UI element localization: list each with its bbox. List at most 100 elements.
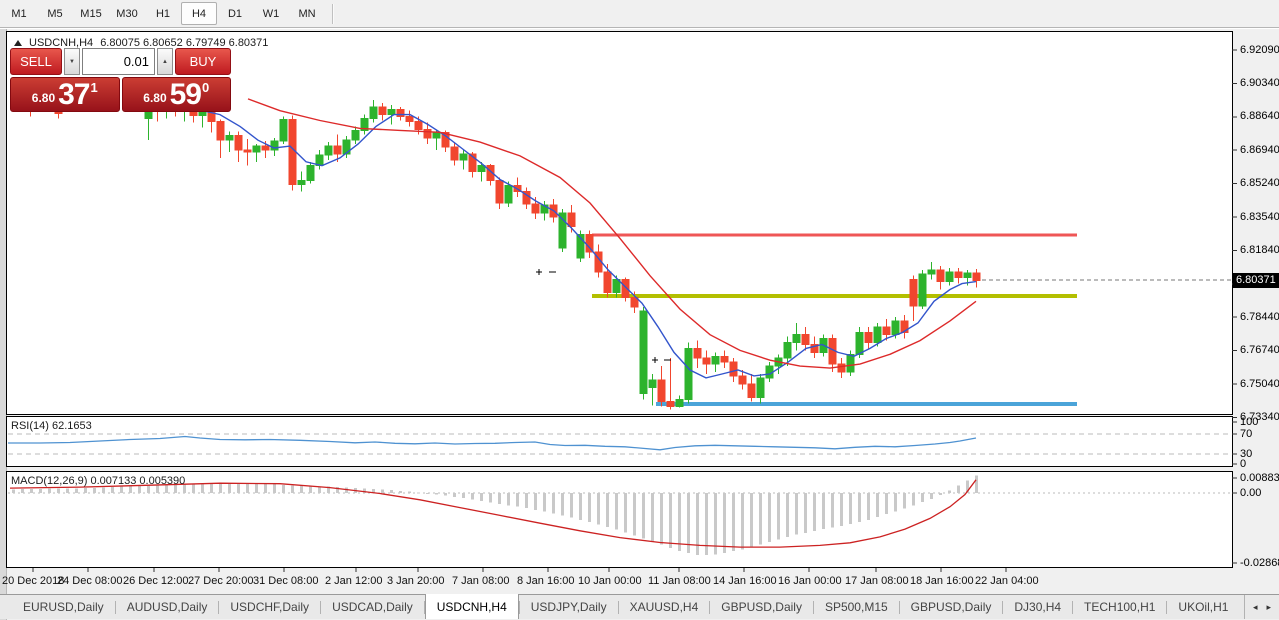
macd-histogram-bar bbox=[30, 489, 33, 493]
candle-body bbox=[928, 270, 935, 274]
sell-button[interactable]: SELL bbox=[10, 48, 62, 75]
candle-body bbox=[964, 273, 971, 278]
macd-histogram-bar bbox=[462, 493, 465, 498]
macd-histogram-bar bbox=[714, 493, 717, 554]
tab-scroll-left-icon[interactable]: ◂ bbox=[1250, 600, 1261, 615]
macd-histogram-bar bbox=[849, 493, 852, 524]
macd-histogram-bar bbox=[822, 493, 825, 529]
buy-button[interactable]: BUY bbox=[175, 48, 231, 75]
time-axis-label: 7 Jan 08:00 bbox=[452, 575, 510, 587]
rsi-pane bbox=[7, 417, 1233, 467]
candle-body bbox=[919, 274, 926, 306]
time-axis-label: 22 Jan 04:00 bbox=[975, 575, 1039, 587]
time-axis-label: 14 Jan 16:00 bbox=[713, 575, 777, 587]
candle-body bbox=[793, 335, 800, 343]
tab-usdjpy-daily[interactable]: USDJPY,Daily bbox=[520, 595, 618, 619]
candle-body bbox=[784, 343, 791, 359]
time-axis-label: 16 Jan 00:00 bbox=[778, 575, 842, 587]
timeframe-button-m1[interactable]: M1 bbox=[1, 2, 37, 25]
macd-histogram-bar bbox=[39, 489, 42, 493]
tab-xauusd-h4[interactable]: XAUUSD,H4 bbox=[619, 595, 710, 619]
macd-histogram-bar bbox=[723, 493, 726, 553]
tab-eurusd-daily[interactable]: EURUSD,Daily bbox=[12, 595, 115, 619]
macd-histogram-bar bbox=[84, 488, 87, 493]
timeframe-button-h1[interactable]: H1 bbox=[145, 2, 181, 25]
symbol-tab-bar: EURUSD,DailyAUDUSD,DailyUSDCHF,DailyUSDC… bbox=[0, 594, 1279, 619]
tab-gbpusd-daily[interactable]: GBPUSD,Daily bbox=[710, 595, 813, 619]
macd-histogram-bar bbox=[669, 493, 672, 548]
collapse-triangle-icon[interactable] bbox=[14, 40, 22, 46]
candle-body bbox=[217, 122, 224, 141]
buy-price-display[interactable]: 6.80 59 0 bbox=[122, 77, 232, 112]
macd-histogram-bar bbox=[741, 493, 744, 549]
macd-histogram-bar bbox=[903, 493, 906, 508]
candle-body bbox=[937, 270, 944, 282]
price-axis-label: 6.83540 bbox=[1240, 211, 1279, 223]
macd-histogram-bar bbox=[831, 493, 834, 527]
volume-input[interactable]: 0.01 bbox=[82, 48, 155, 75]
macd-histogram-bar bbox=[498, 493, 501, 504]
timeframe-button-m15[interactable]: M15 bbox=[73, 2, 109, 25]
candle-body bbox=[694, 348, 701, 358]
buy-price-big: 59 bbox=[170, 81, 201, 109]
macd-histogram-bar bbox=[399, 491, 402, 493]
macd-histogram-bar bbox=[201, 484, 204, 493]
timeframe-button-mn[interactable]: MN bbox=[289, 2, 325, 25]
indicator-axis-label: 0 bbox=[1240, 458, 1246, 470]
candle-body bbox=[280, 120, 287, 142]
macd-histogram-bar bbox=[867, 493, 870, 520]
tab-tech100-h1[interactable]: TECH100,H1 bbox=[1073, 595, 1166, 619]
candle-body bbox=[478, 166, 485, 172]
volume-increase-button[interactable]: ▲ bbox=[157, 48, 173, 75]
price-axis-label: 6.86940 bbox=[1240, 144, 1279, 156]
macd-histogram-bar bbox=[228, 483, 231, 493]
timeframe-button-m30[interactable]: M30 bbox=[109, 2, 145, 25]
macd-histogram-bar bbox=[507, 493, 510, 505]
macd-histogram-bar bbox=[957, 486, 960, 493]
candle-body bbox=[856, 333, 863, 355]
macd-histogram-bar bbox=[48, 489, 51, 493]
timeframe-toolbar: M1M5M15M30H1H4D1W1MN bbox=[0, 0, 1279, 28]
sell-price-display[interactable]: 6.80 37 1 bbox=[10, 77, 120, 112]
tab-scroll-right-icon[interactable]: ▸ bbox=[1263, 600, 1274, 615]
time-axis-label: 26 Dec 12:00 bbox=[123, 575, 188, 587]
candle-body bbox=[397, 110, 404, 117]
macd-histogram-bar bbox=[597, 493, 600, 525]
timeframe-button-m5[interactable]: M5 bbox=[37, 2, 73, 25]
candle-body bbox=[748, 384, 755, 398]
macd-histogram-bar bbox=[543, 493, 546, 512]
macd-histogram-bar bbox=[390, 490, 393, 493]
buy-price-small: 6.80 bbox=[143, 91, 166, 105]
tab-sp500-m15[interactable]: SP500,M15 bbox=[814, 595, 899, 619]
timeframe-button-w1[interactable]: W1 bbox=[253, 2, 289, 25]
timeframe-button-d1[interactable]: D1 bbox=[217, 2, 253, 25]
tab-gbpusd-daily[interactable]: GBPUSD,Daily bbox=[900, 595, 1003, 619]
buy-price-sup: 0 bbox=[202, 80, 209, 95]
tab-ukoil-h1[interactable]: UKOil,H1 bbox=[1167, 595, 1239, 619]
macd-histogram-bar bbox=[480, 493, 483, 501]
macd-histogram-bar bbox=[777, 493, 780, 540]
tab-dj30-h4[interactable]: DJ30,H4 bbox=[1003, 595, 1072, 619]
tab-audusd-daily[interactable]: AUDUSD,Daily bbox=[116, 595, 219, 619]
time-axis-label: 27 Dec 20:00 bbox=[188, 575, 253, 587]
candle-body bbox=[406, 117, 413, 122]
candle-body bbox=[325, 146, 332, 155]
macd-histogram-bar bbox=[309, 486, 312, 493]
tab-usdcnh-h4[interactable]: USDCNH,H4 bbox=[425, 594, 519, 619]
macd-histogram-bar bbox=[588, 493, 591, 522]
timeframe-button-h4[interactable]: H4 bbox=[181, 2, 217, 25]
macd-histogram-bar bbox=[678, 493, 681, 551]
macd-histogram-bar bbox=[300, 486, 303, 493]
candle-body bbox=[703, 358, 710, 364]
candle-body bbox=[235, 135, 242, 150]
macd-histogram-bar bbox=[813, 493, 816, 531]
macd-histogram-bar bbox=[876, 493, 879, 517]
volume-decrease-button[interactable]: ▼ bbox=[64, 48, 80, 75]
tab-usdcad-daily[interactable]: USDCAD,Daily bbox=[321, 595, 424, 619]
candle-body bbox=[262, 146, 269, 150]
candle-body bbox=[613, 280, 620, 293]
sell-price-sup: 1 bbox=[91, 80, 98, 95]
time-axis-label: 31 Dec 08:00 bbox=[253, 575, 318, 587]
tab-usdchf-daily[interactable]: USDCHF,Daily bbox=[219, 595, 320, 619]
macd-histogram-bar bbox=[120, 487, 123, 493]
